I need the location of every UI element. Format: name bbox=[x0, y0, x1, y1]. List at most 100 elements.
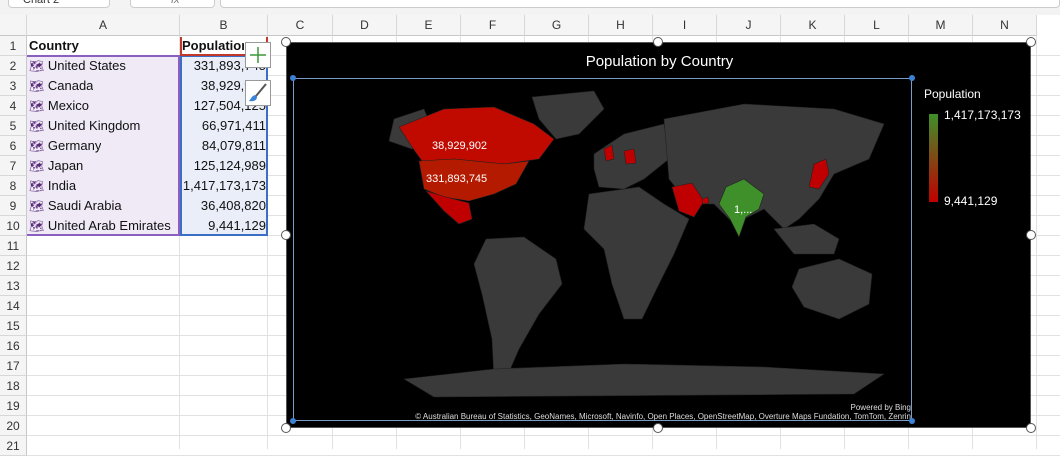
column-header[interactable]: M bbox=[909, 15, 973, 36]
row-header[interactable]: 17 bbox=[0, 356, 27, 376]
column-header[interactable]: H bbox=[589, 15, 653, 36]
legend-min: 9,441,129 bbox=[944, 194, 998, 208]
population-cell[interactable]: 36,408,820 bbox=[180, 196, 266, 216]
map-chart[interactable]: Population by Country 38,929,902 331,893… bbox=[286, 42, 1031, 428]
country-cell[interactable]: 🗺︎ Saudi Arabia bbox=[29, 196, 122, 216]
plot-resize-handle[interactable] bbox=[290, 75, 296, 81]
row-header[interactable]: 19 bbox=[0, 396, 27, 416]
population-cell[interactable]: 66,971,411 bbox=[180, 116, 266, 136]
population-cell[interactable]: 9,441,129 bbox=[180, 216, 266, 236]
country-cell[interactable]: 🗺︎ Mexico bbox=[29, 96, 89, 116]
row-header[interactable]: 10 bbox=[0, 216, 27, 236]
column-header[interactable]: E bbox=[397, 15, 461, 36]
column-header[interactable]: L bbox=[845, 15, 909, 36]
column-header[interactable]: B bbox=[180, 15, 268, 36]
chart-resize-handle[interactable] bbox=[1026, 230, 1036, 240]
column-header[interactable]: N bbox=[973, 15, 1037, 36]
geography-map-icon[interactable]: 🗺︎ bbox=[29, 59, 44, 73]
geography-map-icon[interactable]: 🗺︎ bbox=[29, 159, 44, 173]
geography-map-icon[interactable]: 🗺︎ bbox=[29, 139, 44, 153]
plot-area[interactable]: 38,929,902 331,893,745 1,... Powered by … bbox=[290, 75, 915, 424]
country-cell[interactable]: 🗺︎ Japan bbox=[29, 156, 83, 176]
row-header[interactable]: 1 bbox=[0, 36, 27, 56]
geography-map-icon[interactable]: 🗺︎ bbox=[29, 179, 44, 193]
africa bbox=[583, 186, 690, 320]
geography-map-icon[interactable]: 🗺︎ bbox=[29, 219, 44, 233]
row-header[interactable]: 3 bbox=[0, 76, 27, 96]
gridline bbox=[1036, 36, 1037, 449]
row-header[interactable]: 21 bbox=[0, 436, 27, 456]
chart-elements-button[interactable] bbox=[245, 42, 271, 68]
geography-map-icon[interactable]: 🗺︎ bbox=[29, 79, 44, 93]
select-all-corner[interactable] bbox=[0, 15, 27, 36]
chart-title[interactable]: Population by Country bbox=[287, 53, 1032, 70]
row-header[interactable]: 4 bbox=[0, 96, 27, 116]
column-header[interactable]: D bbox=[333, 15, 397, 36]
chart-resize-handle[interactable] bbox=[653, 37, 663, 47]
row-header[interactable]: 6 bbox=[0, 136, 27, 156]
country-cell[interactable]: 🗺︎ United Kingdom bbox=[29, 116, 140, 136]
row-header[interactable]: 20 bbox=[0, 416, 27, 436]
geography-map-icon[interactable]: 🗺︎ bbox=[29, 199, 44, 213]
row-header[interactable]: 15 bbox=[0, 316, 27, 336]
country-cell[interactable]: 🗺︎ Canada bbox=[29, 76, 93, 96]
map-credits: © Australian Bureau of Statistics, GeoNa… bbox=[415, 412, 911, 421]
chart-resize-handle[interactable] bbox=[281, 423, 291, 433]
column-header[interactable]: C bbox=[268, 15, 333, 36]
row-header[interactable]: 9 bbox=[0, 196, 27, 216]
chart-resize-handle[interactable] bbox=[1026, 423, 1036, 433]
legend-gradient-bar bbox=[929, 114, 938, 202]
name-box[interactable]: Chart 2 bbox=[8, 0, 110, 8]
data-label-united-states: 331,893,745 bbox=[426, 173, 487, 185]
column-header[interactable]: K bbox=[781, 15, 845, 36]
row-header[interactable]: 8 bbox=[0, 176, 27, 196]
gridline bbox=[27, 435, 1060, 436]
formula-input[interactable] bbox=[220, 0, 1060, 8]
plot-resize-handle[interactable] bbox=[909, 75, 915, 81]
data-label-india: 1,... bbox=[734, 204, 752, 216]
population-cell[interactable]: 84,079,811 bbox=[180, 136, 266, 156]
column-header[interactable]: A bbox=[27, 15, 180, 36]
row-header[interactable]: 16 bbox=[0, 336, 27, 356]
country-name: Germany bbox=[47, 138, 102, 153]
country-name: Mexico bbox=[47, 98, 90, 113]
chart-resize-handle[interactable] bbox=[653, 423, 663, 433]
country-cell[interactable]: 🗺︎ Germany bbox=[29, 136, 101, 156]
germany bbox=[623, 148, 637, 165]
column-header[interactable]: F bbox=[461, 15, 525, 36]
geography-map-icon[interactable]: 🗺︎ bbox=[29, 99, 44, 113]
row-header[interactable]: 18 bbox=[0, 376, 27, 396]
chart-resize-handle[interactable] bbox=[281, 230, 291, 240]
plot-resize-handle[interactable] bbox=[909, 418, 915, 424]
country-cell[interactable]: 🗺︎ United Arab Emirates bbox=[29, 216, 171, 236]
row-header[interactable]: 14 bbox=[0, 296, 27, 316]
plot-resize-handle[interactable] bbox=[290, 418, 296, 424]
header-population[interactable]: Population bbox=[182, 36, 244, 56]
country-name: India bbox=[47, 178, 77, 193]
column-header[interactable]: I bbox=[653, 15, 717, 36]
row-header[interactable]: 2 bbox=[0, 56, 27, 76]
row-header[interactable]: 5 bbox=[0, 116, 27, 136]
geography-map-icon[interactable]: 🗺︎ bbox=[29, 119, 44, 133]
population-cell[interactable]: 125,124,989 bbox=[180, 156, 266, 176]
header-country[interactable]: Country bbox=[29, 36, 79, 56]
country-name: Canada bbox=[47, 78, 94, 93]
chart-resize-handle[interactable] bbox=[1026, 37, 1036, 47]
row-header[interactable]: 7 bbox=[0, 156, 27, 176]
south-america bbox=[473, 236, 563, 380]
column-header[interactable]: G bbox=[525, 15, 589, 36]
chart-resize-handle[interactable] bbox=[281, 37, 291, 47]
plus-icon bbox=[250, 47, 266, 63]
country-cell[interactable]: 🗺︎ India bbox=[29, 176, 76, 196]
country-cell[interactable]: 🗺︎ United States bbox=[29, 56, 126, 76]
row-header[interactable]: 13 bbox=[0, 276, 27, 296]
row-header[interactable]: 12 bbox=[0, 256, 27, 276]
world-map: 38,929,902 331,893,745 1,... bbox=[388, 90, 885, 398]
column-header[interactable]: J bbox=[717, 15, 781, 36]
fx-button[interactable]: fx bbox=[130, 0, 215, 8]
country-name: United Arab Emirates bbox=[47, 218, 171, 233]
paintbrush-icon bbox=[249, 83, 267, 102]
row-header[interactable]: 11 bbox=[0, 236, 27, 256]
chart-styles-button[interactable] bbox=[245, 80, 271, 106]
population-cell[interactable]: 1,417,173,173 bbox=[180, 176, 266, 196]
